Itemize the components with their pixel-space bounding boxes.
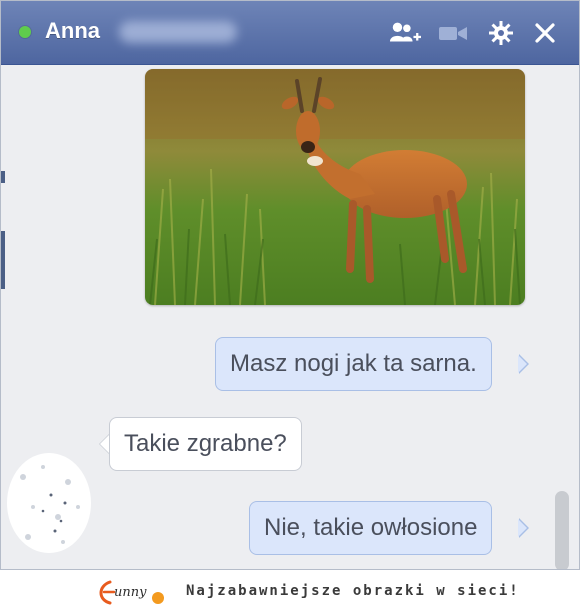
message-bubble-incoming[interactable]: Takie zgrabne? [109,417,302,471]
message-text: Takie zgrabne? [124,430,287,457]
avatar[interactable] [3,437,101,569]
funny-logo[interactable]: unny [96,578,176,606]
message-bubble-outgoing[interactable]: Masz nogi jak ta sarna. [215,337,492,391]
footer-tagline: Najzabawniejsze obrazki w sieci! [186,583,520,599]
bubble-tail [99,434,109,454]
chat-window: Anna Masz nogi jak ta sarna. Takie zgrab… [0,0,580,570]
chat-titlebar[interactable]: Anna [1,1,579,65]
close-icon[interactable] [529,17,561,49]
settings-icon[interactable] [485,17,517,49]
bubble-tail [518,354,529,374]
bubble-tail [518,518,529,538]
scrollbar-thumb[interactable] [555,491,569,569]
message-bubble-outgoing[interactable]: Nie, takie owłosione [249,501,493,555]
blurred-surname [119,21,237,43]
message-text: Masz nogi jak ta sarna. [230,350,477,377]
video-call-icon[interactable] [437,17,469,49]
add-friend-icon[interactable] [389,17,421,49]
chat-conversation[interactable]: Masz nogi jak ta sarna. Takie zgrabne? N… [1,65,579,569]
site-footer: unny Najzabawniejsze obrazki w sieci! [0,570,580,613]
left-edge-mark [1,231,5,289]
contact-name[interactable]: Anna [45,18,100,44]
message-text: Nie, takie owłosione [264,514,478,541]
roe-deer-photo[interactable] [145,69,525,305]
online-status-dot [19,26,31,38]
svg-text:unny: unny [114,585,147,600]
scrollbar[interactable] [555,65,577,569]
left-edge-mark [1,171,5,183]
